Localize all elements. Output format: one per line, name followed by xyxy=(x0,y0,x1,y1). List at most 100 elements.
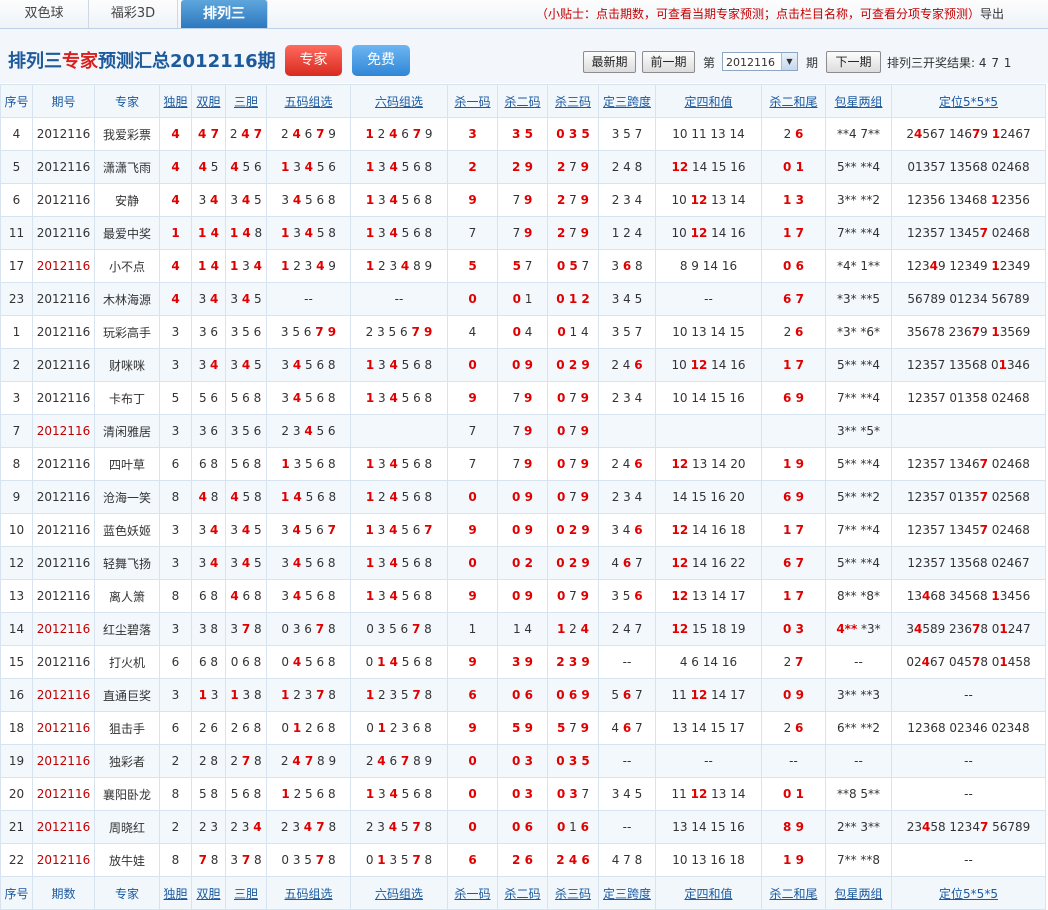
footer-col-5[interactable]: 三胆 xyxy=(225,876,267,910)
table-cell: 2 3 4 5 6 xyxy=(266,414,351,448)
latest-period-button[interactable]: 最新期 xyxy=(583,51,636,73)
period-link[interactable]: 2012116 xyxy=(32,480,95,514)
table-cell: 0 2 9 xyxy=(547,546,599,580)
prediction-table: 序号 期号 专家 独胆 双胆 三胆 五码组选 六码组选 杀一码 杀二码 杀三码 定三跨度 定四和值 杀二和… xyxy=(0,84,1046,910)
footer-col-11[interactable]: 定三跨度 xyxy=(598,876,656,910)
table-cell: 2 3 4 xyxy=(598,381,656,415)
table-cell: 0 3 5 xyxy=(547,744,599,778)
period-link[interactable]: 2012116 xyxy=(32,117,95,151)
table-cell: 1 4 8 xyxy=(225,216,267,250)
period-link[interactable]: 2012116 xyxy=(32,315,95,349)
header-col-3[interactable]: 独胆 xyxy=(159,84,192,118)
header-col-13[interactable]: 杀二和尾 xyxy=(761,84,826,118)
table-cell: 3 xyxy=(159,414,192,448)
table-cell xyxy=(598,414,656,448)
table-cell: 7 9 xyxy=(497,381,548,415)
period-link[interactable]: 2012116 xyxy=(32,744,95,778)
footer-col-1: 期数 xyxy=(32,876,95,910)
period-link[interactable]: 2012116 xyxy=(32,348,95,382)
period-link[interactable]: 2012116 xyxy=(32,843,95,877)
chevron-down-icon[interactable]: ▼ xyxy=(781,53,797,70)
table-cell: 1 3 4 5 6 8 xyxy=(350,447,448,481)
period-link[interactable]: 2012116 xyxy=(32,150,95,184)
footer-col-13[interactable]: 杀二和尾 xyxy=(761,876,826,910)
table-cell: 0 6 xyxy=(761,249,826,283)
period-link[interactable]: 2012116 xyxy=(32,282,95,316)
footer-col-7[interactable]: 六码组选 xyxy=(350,876,448,910)
table-cell: 5 6 8 xyxy=(225,381,267,415)
table-cell: 2 3 4 5 7 8 xyxy=(350,810,448,844)
table-cell: 12 15 18 19 xyxy=(655,612,762,646)
table-cell: 2 xyxy=(0,348,33,382)
table-row: 10 2012116 蓝色妖姬 3 3 43 4 53 4 5 6 71 3 4 5 6… xyxy=(0,513,1046,547)
footer-col-14[interactable]: 包星两组 xyxy=(825,876,892,910)
table-cell: 2 3 4 xyxy=(225,810,267,844)
header-col-11[interactable]: 定三跨度 xyxy=(598,84,656,118)
table-cell xyxy=(761,414,826,448)
header-col-7[interactable]: 六码组选 xyxy=(350,84,448,118)
table-cell: 1 2 3 4 8 9 xyxy=(350,249,448,283)
period-link[interactable]: 2012116 xyxy=(32,777,95,811)
prev-period-button[interactable]: 前一期 xyxy=(642,51,695,73)
period-link[interactable]: 2012116 xyxy=(32,645,95,679)
period-link[interactable]: 2012116 xyxy=(32,414,95,448)
footer-col-0: 序号 xyxy=(0,876,33,910)
period-link[interactable]: 2012116 xyxy=(32,216,95,250)
period-link[interactable]: 2012116 xyxy=(32,612,95,646)
header-col-8[interactable]: 杀一码 xyxy=(447,84,498,118)
export-link[interactable]: 导出 xyxy=(980,7,1004,21)
table-cell: -- xyxy=(891,678,1046,712)
tab-pailie3[interactable]: 排列三 xyxy=(181,0,268,28)
period-link[interactable]: 2012116 xyxy=(32,513,95,547)
table-cell: 5** **4 xyxy=(825,447,892,481)
footer-col-10[interactable]: 杀三码 xyxy=(547,876,599,910)
period-link[interactable]: 2012116 xyxy=(32,810,95,844)
header-col-9[interactable]: 杀二码 xyxy=(497,84,548,118)
header-col-5[interactable]: 三胆 xyxy=(225,84,267,118)
table-cell: 6 8 xyxy=(191,447,226,481)
table-cell: 7** **4 xyxy=(825,381,892,415)
table-cell: 10 14 15 16 xyxy=(655,381,762,415)
table-cell: 10 12 14 16 xyxy=(655,216,762,250)
table-cell: 16 xyxy=(0,678,33,712)
footer-col-4[interactable]: 双胆 xyxy=(191,876,226,910)
period-link[interactable]: 2012116 xyxy=(32,678,95,712)
period-link[interactable]: 2012116 xyxy=(32,381,95,415)
period-link[interactable]: 2012116 xyxy=(32,546,95,580)
expert-name: 周晓红 xyxy=(94,810,160,844)
table-cell: 1 3 xyxy=(761,183,826,217)
table-cell: 3 xyxy=(159,513,192,547)
period-link[interactable]: 2012116 xyxy=(32,447,95,481)
result-numbers: 4 7 1 xyxy=(978,56,1012,70)
period-link[interactable]: 2012116 xyxy=(32,579,95,613)
expert-button[interactable]: 专家 xyxy=(285,45,342,76)
header-col-12[interactable]: 定四和值 xyxy=(655,84,762,118)
footer-col-6[interactable]: 五码组选 xyxy=(266,876,351,910)
period-link[interactable]: 2012116 xyxy=(32,711,95,745)
header-col-10[interactable]: 杀三码 xyxy=(547,84,599,118)
tab-shuangseqiu[interactable]: 双色球 xyxy=(0,0,89,28)
tab-fucai3d[interactable]: 福彩3D xyxy=(89,0,178,28)
expert-name: 离人箫 xyxy=(94,579,160,613)
footer-col-15[interactable]: 定位5*5*5 xyxy=(891,876,1046,910)
header-col-15[interactable]: 定位5*5*5 xyxy=(891,84,1046,118)
period-select[interactable]: 2012116 ▼ xyxy=(722,52,798,71)
period-link[interactable]: 2012116 xyxy=(32,183,95,217)
period-link[interactable]: 2012116 xyxy=(32,249,95,283)
header-col-14[interactable]: 包星两组 xyxy=(825,84,892,118)
header-col-6[interactable]: 五码组选 xyxy=(266,84,351,118)
table-cell: 2 4 6 xyxy=(547,843,599,877)
table-cell: 1 3 xyxy=(191,678,226,712)
table-cell: 3 xyxy=(447,117,498,151)
footer-col-9[interactable]: 杀二码 xyxy=(497,876,548,910)
free-button[interactable]: 免费 xyxy=(352,45,410,76)
table-cell: 1 4 5 6 8 xyxy=(266,480,351,514)
table-cell: 3 4 5 xyxy=(225,282,267,316)
table-cell: 3 4 5 6 8 xyxy=(266,348,351,382)
header-col-4[interactable]: 双胆 xyxy=(191,84,226,118)
table-cell: 2 3 4 7 8 xyxy=(266,810,351,844)
footer-col-3[interactable]: 独胆 xyxy=(159,876,192,910)
next-period-button[interactable]: 下一期 xyxy=(826,51,881,73)
footer-col-12[interactable]: 定四和值 xyxy=(655,876,762,910)
footer-col-8[interactable]: 杀一码 xyxy=(447,876,498,910)
